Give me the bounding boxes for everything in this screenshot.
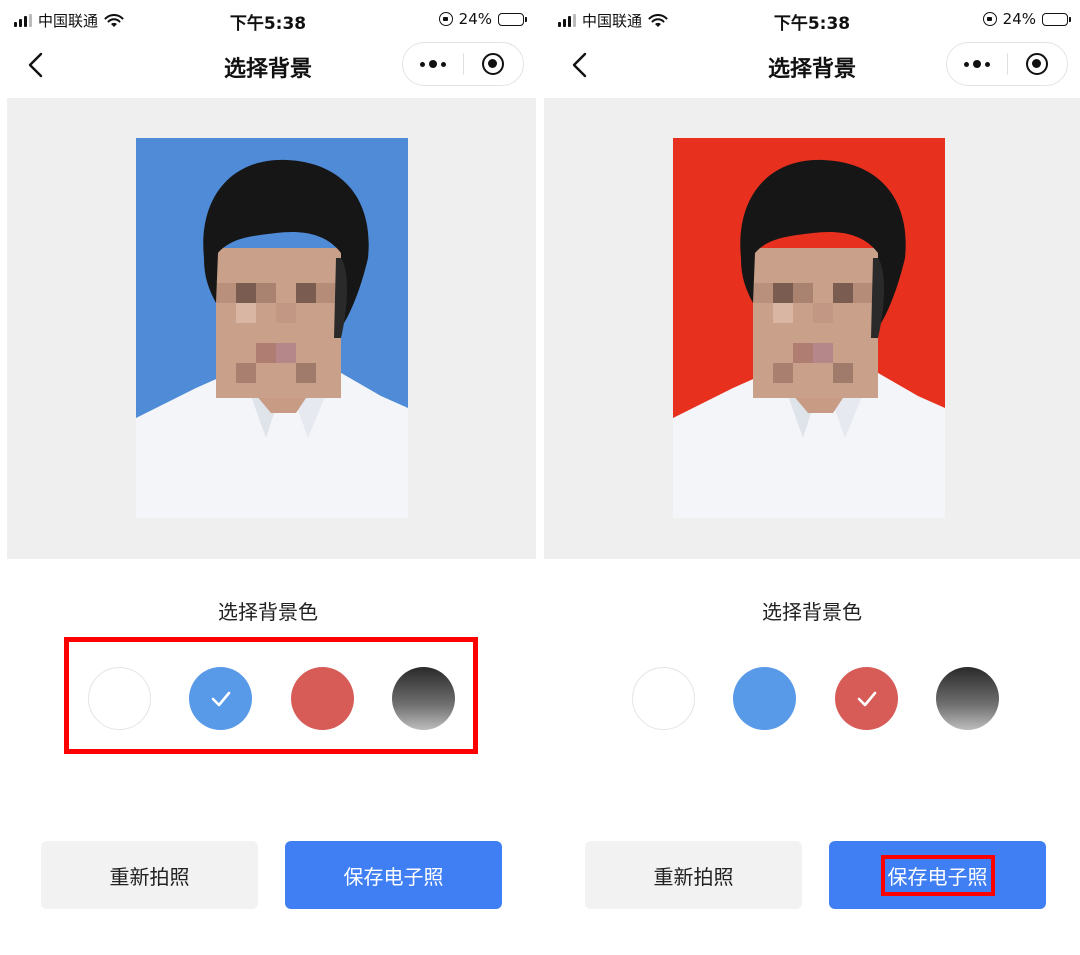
swatch-black[interactable] xyxy=(936,667,999,730)
miniprogram-capsule xyxy=(946,42,1068,86)
check-icon xyxy=(211,691,230,706)
nav-bar: 选择背景 xyxy=(0,40,536,92)
phone-screen-right: 中国联通 下午5:38 24% 选择背景 选择背景色 重新拍照 保存电子照 xyxy=(544,0,1080,955)
save-label: 保存电子照 xyxy=(880,854,995,896)
miniprogram-capsule xyxy=(402,42,524,86)
color-swatches xyxy=(632,667,1002,731)
id-photo xyxy=(673,138,945,518)
close-miniprogram-button[interactable] xyxy=(1008,43,1068,85)
more-icon xyxy=(963,60,990,68)
rotation-lock-icon xyxy=(982,12,997,26)
more-button[interactable] xyxy=(403,43,463,85)
swatch-blue[interactable] xyxy=(733,667,796,730)
swatch-white[interactable] xyxy=(632,667,695,730)
more-button[interactable] xyxy=(947,43,1007,85)
swatch-white[interactable] xyxy=(88,667,151,730)
swatch-red[interactable] xyxy=(835,667,898,730)
save-photo-button[interactable]: 保存电子照 xyxy=(285,841,502,909)
save-photo-button[interactable]: 保存电子照 xyxy=(829,841,1046,909)
retake-button[interactable]: 重新拍照 xyxy=(41,841,258,909)
picker-title: 选择背景色 xyxy=(762,600,862,624)
retake-label: 重新拍照 xyxy=(109,864,190,889)
close-miniprogram-button[interactable] xyxy=(464,43,524,85)
swatch-blue[interactable] xyxy=(189,667,252,730)
retake-label: 重新拍照 xyxy=(653,864,734,889)
rotation-lock-icon xyxy=(438,12,453,26)
id-photo xyxy=(136,138,408,518)
battery-icon xyxy=(1042,12,1071,26)
portrait-image xyxy=(673,138,945,518)
battery-percent: 24% xyxy=(458,10,492,28)
check-icon xyxy=(857,691,876,706)
nav-bar: 选择背景 xyxy=(544,40,1080,92)
photo-preview-area xyxy=(7,98,536,559)
target-icon xyxy=(482,53,505,75)
phone-screen-left: 中国联通 下午5:38 24% 选择背景 选择背景色 重新拍照 保存电子照 xyxy=(0,0,536,955)
photo-preview-area xyxy=(544,98,1080,559)
target-icon xyxy=(1026,53,1049,75)
swatch-red[interactable] xyxy=(291,667,354,730)
status-bar: 中国联通 下午5:38 24% xyxy=(544,0,1080,40)
save-label: 保存电子照 xyxy=(343,864,444,889)
picker-title: 选择背景色 xyxy=(218,600,318,624)
battery-percent: 24% xyxy=(1002,10,1036,28)
more-icon xyxy=(419,60,446,68)
swatch-black[interactable] xyxy=(392,667,455,730)
retake-button[interactable]: 重新拍照 xyxy=(585,841,802,909)
color-swatches xyxy=(88,667,458,731)
battery-icon xyxy=(498,12,527,26)
portrait-image xyxy=(136,138,408,518)
status-bar: 中国联通 下午5:38 24% xyxy=(0,0,536,40)
